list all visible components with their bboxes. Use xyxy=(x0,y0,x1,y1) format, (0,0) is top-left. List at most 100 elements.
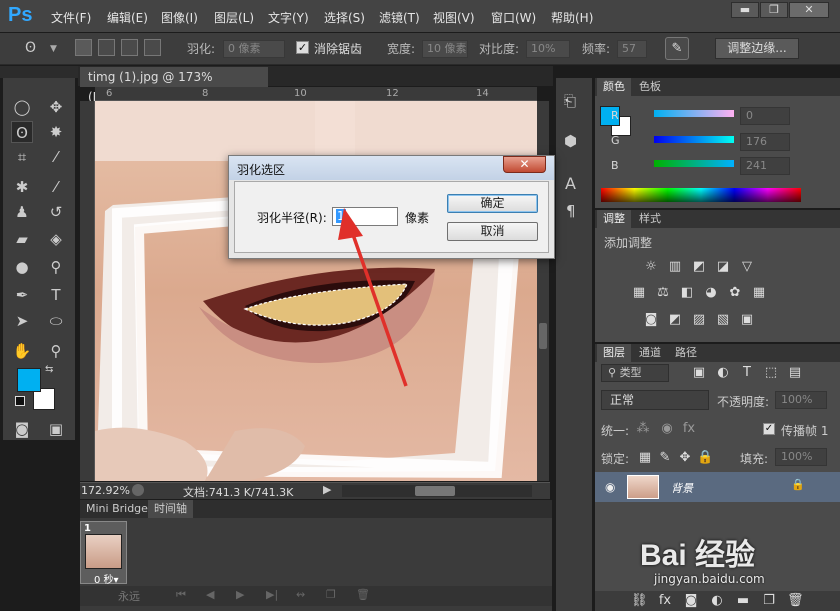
prev-frame-icon[interactable]: ◀ xyxy=(206,588,214,601)
tab-layers[interactable]: 图层 xyxy=(597,344,631,362)
dialog-close-button[interactable]: ✕ xyxy=(503,156,546,173)
character-icon[interactable]: A xyxy=(565,174,576,193)
g-slider[interactable] xyxy=(654,136,734,143)
tab-adjustments[interactable]: 调整 xyxy=(597,210,631,228)
blur-tool-icon[interactable]: ● xyxy=(11,256,33,278)
menu-window[interactable]: 窗口(W) xyxy=(491,9,536,26)
play-icon[interactable]: ▶ xyxy=(236,588,244,601)
menu-file[interactable]: 文件(F) xyxy=(51,9,91,26)
tween-icon[interactable]: ↭ xyxy=(296,588,305,601)
layer-name[interactable]: 背景 xyxy=(671,480,693,496)
invert-icon[interactable]: ◙ xyxy=(643,313,659,327)
tab-swatches[interactable]: 色板 xyxy=(633,78,667,96)
delete-layer-icon[interactable]: 🗑 xyxy=(787,594,804,608)
lock-transparent-icon[interactable]: ▦ xyxy=(637,451,653,465)
photo-filter-icon[interactable]: ◕ xyxy=(703,286,719,300)
hscroll-thumb[interactable] xyxy=(415,486,455,496)
pen-pressure-icon[interactable]: ✎ xyxy=(665,37,689,60)
magic-wand-tool-icon[interactable]: ✸ xyxy=(45,121,67,143)
levels-icon[interactable]: ▥ xyxy=(667,260,683,274)
history-icon[interactable]: ⎗ xyxy=(564,92,576,110)
status-menu-icon[interactable] xyxy=(132,484,144,496)
horizontal-scrollbar[interactable] xyxy=(342,485,532,497)
status-arrow-icon[interactable]: ▶ xyxy=(323,483,331,496)
new-selection-icon[interactable] xyxy=(75,39,92,56)
brush-tool-icon[interactable]: ⁄ xyxy=(45,176,67,198)
ellipse-tool-icon[interactable]: ⬭ xyxy=(45,310,67,332)
posterize-icon[interactable]: ◩ xyxy=(667,313,683,327)
clone-stamp-tool-icon[interactable]: ♟ xyxy=(11,201,33,223)
subtract-selection-icon[interactable] xyxy=(121,39,138,56)
restore-button[interactable]: ❐ xyxy=(760,2,788,18)
eyedropper-tool-icon[interactable]: ⁄ xyxy=(45,146,67,168)
filter-pixel-icon[interactable]: ▣ xyxy=(691,366,707,380)
selective-color-icon[interactable]: ▣ xyxy=(739,313,755,327)
tab-color[interactable]: 颜色 xyxy=(597,78,631,96)
menu-image[interactable]: 图像(I) xyxy=(161,9,198,26)
g-value[interactable]: 176 xyxy=(740,133,790,151)
healing-brush-tool-icon[interactable]: ✱ xyxy=(11,176,33,198)
duplicate-frame-icon[interactable]: ❐ xyxy=(326,588,336,601)
tab-channels[interactable]: 通道 xyxy=(633,344,667,362)
fill-input[interactable]: 100% xyxy=(775,448,827,466)
lock-position-icon[interactable]: ✥ xyxy=(677,451,693,465)
close-window-button[interactable]: ✕ xyxy=(789,2,829,18)
animation-frame[interactable]: 1 0 秒▾ xyxy=(80,521,127,586)
filter-type-icon[interactable]: T xyxy=(739,366,755,380)
b-slider[interactable] xyxy=(654,160,734,167)
unify-position-icon[interactable]: ⁂ xyxy=(635,422,651,436)
contrast-input[interactable]: 10% xyxy=(526,40,570,58)
layer-filter-kind[interactable]: ⚲ 类型 xyxy=(601,364,669,382)
tab-paths[interactable]: 路径 xyxy=(669,344,703,362)
move-tool-icon[interactable]: ✥ xyxy=(45,96,67,118)
path-selection-tool-icon[interactable]: ➤ xyxy=(11,310,33,332)
new-adjustment-icon[interactable]: ◐ xyxy=(709,594,725,608)
hand-tool-icon[interactable]: ✋ xyxy=(11,340,33,362)
filter-smart-icon[interactable]: ▤ xyxy=(787,366,803,380)
add-selection-icon[interactable] xyxy=(98,39,115,56)
marquee-tool-icon[interactable]: ◯ xyxy=(11,96,33,118)
layer-row-background[interactable]: ◉ 背景 🔒 xyxy=(595,472,840,502)
refine-edge-button[interactable]: 调整边缘... xyxy=(715,38,799,59)
unify-style-icon[interactable]: fx xyxy=(681,422,697,436)
filter-shape-icon[interactable]: ⬚ xyxy=(763,366,779,380)
color-balance-icon[interactable]: ⚖ xyxy=(655,286,671,300)
lasso-tool-icon[interactable]: ʘ xyxy=(11,121,33,143)
zoom-tool-icon[interactable]: ⚲ xyxy=(45,340,67,362)
paragraph-icon[interactable]: ¶ xyxy=(566,202,576,220)
frame-delay[interactable]: 0 秒▾ xyxy=(94,571,119,586)
menu-edit[interactable]: 编辑(E) xyxy=(107,9,148,26)
new-layer-icon[interactable]: ❐ xyxy=(761,594,777,608)
quick-mask-icon[interactable]: ◙ xyxy=(11,418,33,440)
tab-timeline[interactable]: 时间轴 xyxy=(148,500,193,518)
next-frame-icon[interactable]: ▶| xyxy=(266,588,278,601)
history-brush-tool-icon[interactable]: ↺ xyxy=(45,201,67,223)
unify-visibility-icon[interactable]: ◉ xyxy=(659,422,675,436)
threshold-icon[interactable]: ▨ xyxy=(691,313,707,327)
brightness-icon[interactable]: ☼ xyxy=(643,260,659,274)
first-frame-icon[interactable]: ⏮ xyxy=(176,588,186,602)
delete-frame-icon[interactable]: 🗑 xyxy=(356,588,370,601)
crop-tool-icon[interactable]: ⌗ xyxy=(11,146,33,168)
swap-colors-icon[interactable]: ⇆ xyxy=(45,364,53,375)
3d-icon[interactable]: ⬢ xyxy=(564,132,577,150)
minimize-button[interactable]: ▬ xyxy=(731,2,759,18)
intersect-selection-icon[interactable] xyxy=(144,39,161,56)
add-mask-icon[interactable]: ◙ xyxy=(683,594,699,608)
opacity-input[interactable]: 100% xyxy=(775,391,827,409)
tab-mini-bridge[interactable]: Mini Bridge xyxy=(80,500,154,518)
foreground-color-swatch[interactable] xyxy=(17,368,41,392)
r-slider[interactable] xyxy=(654,110,734,117)
vibrance-icon[interactable]: ▽ xyxy=(739,260,755,274)
eye-icon[interactable]: ◉ xyxy=(605,480,615,494)
layer-style-icon[interactable]: fx xyxy=(657,594,673,608)
b-value[interactable]: 241 xyxy=(740,157,790,175)
lock-all-icon[interactable]: 🔒 xyxy=(697,451,713,465)
screen-mode-icon[interactable]: ▣ xyxy=(45,418,67,440)
chevron-down-icon[interactable]: ▼ xyxy=(50,44,57,54)
antialias-checkbox[interactable]: ✓ xyxy=(296,41,309,54)
document-tab[interactable]: timg (1).jpg @ 173%(RGB/8#)× xyxy=(80,67,268,104)
menu-help[interactable]: 帮助(H) xyxy=(551,9,593,26)
link-layers-icon[interactable]: ⛓ xyxy=(631,594,648,608)
black-white-icon[interactable]: ◧ xyxy=(679,286,695,300)
